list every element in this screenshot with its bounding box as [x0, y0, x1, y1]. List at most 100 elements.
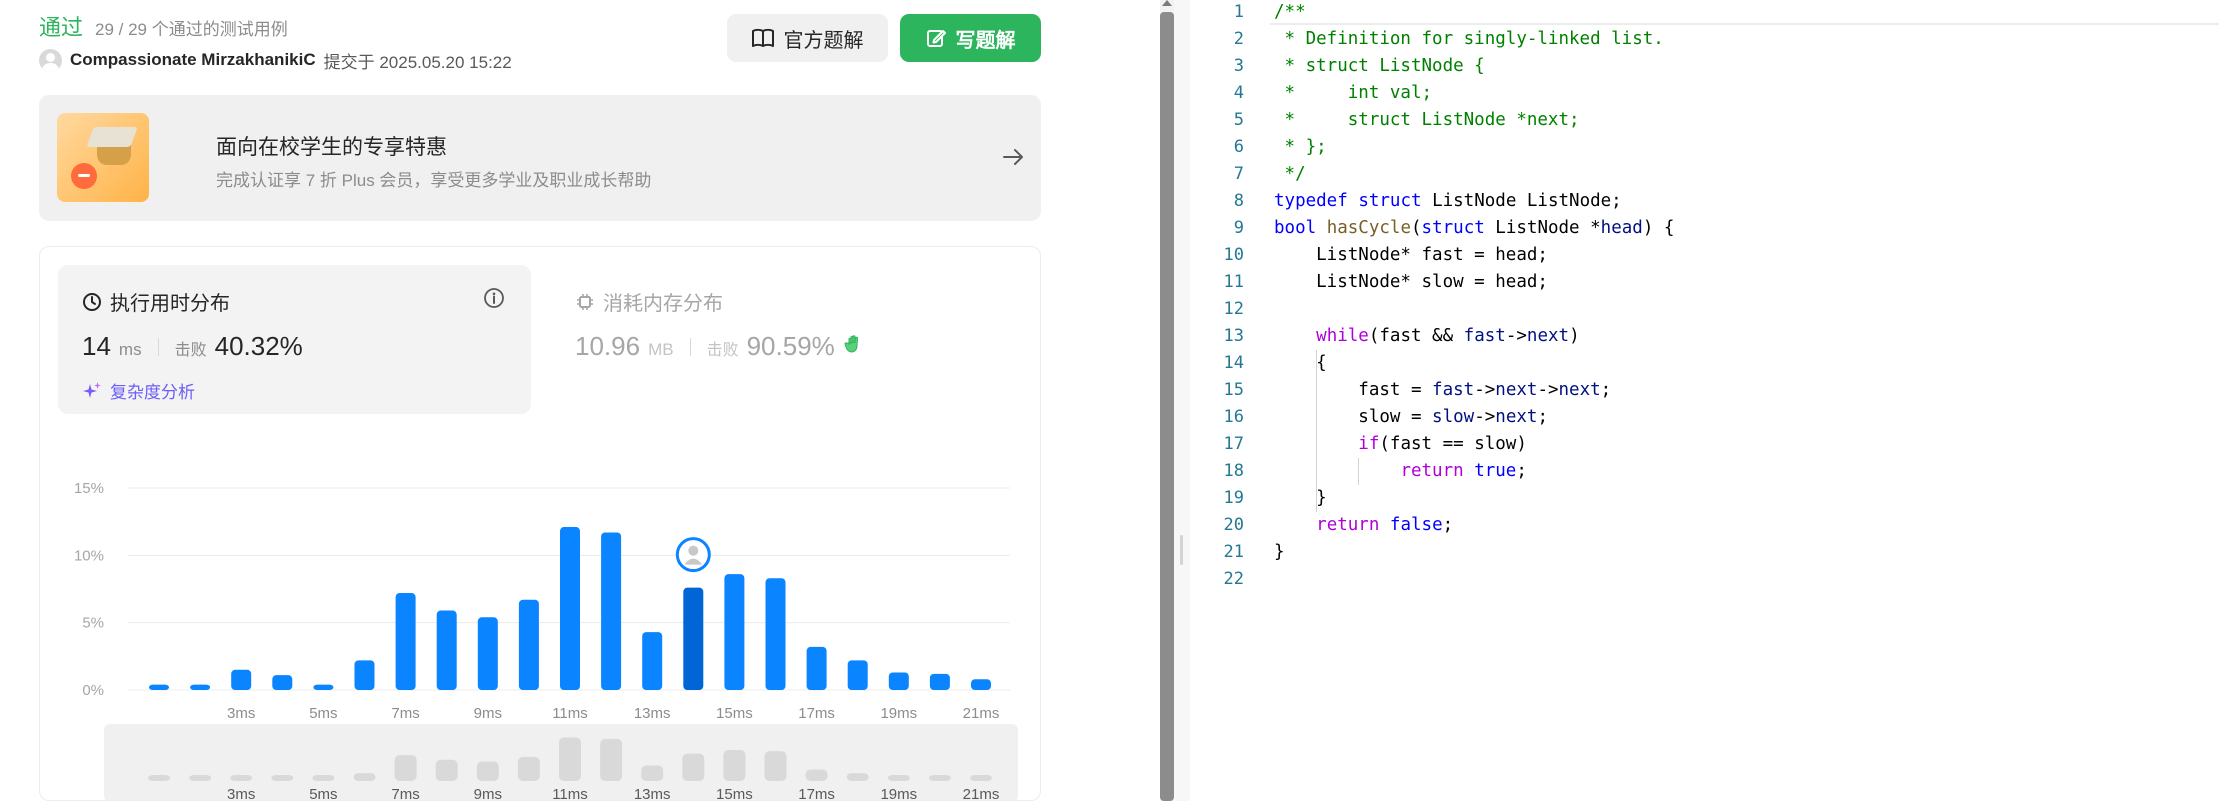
left-panel-scrollbar[interactable]: [1160, 0, 1174, 801]
splitter-grip-icon[interactable]: [1180, 535, 1183, 565]
official-solution-button[interactable]: 官方题解: [727, 14, 888, 62]
code-line[interactable]: 9 bool hasCycle(struct ListNode *head) {: [1190, 215, 2219, 242]
chart-bar[interactable]: [395, 593, 416, 690]
code-line[interactable]: 17 if(fast == slow): [1190, 431, 2219, 458]
author-name[interactable]: Compassionate MirzakhanikiC: [70, 50, 316, 70]
avatar-head-icon: [688, 545, 699, 556]
code-line[interactable]: 7 */: [1190, 161, 2219, 188]
overview-tick-label: 17ms: [798, 786, 835, 801]
code-line[interactable]: 22: [1190, 566, 2219, 593]
code-line[interactable]: 13 while(fast && fast->next): [1190, 323, 2219, 350]
code-line[interactable]: 5 * struct ListNode *next;: [1190, 107, 2219, 134]
overview-bar: [517, 756, 540, 781]
code-line[interactable]: 12: [1190, 296, 2219, 323]
code-line[interactable]: 21}: [1190, 539, 2219, 566]
code-line[interactable]: 11 ListNode* slow = head;: [1190, 269, 2219, 296]
code-token: * };: [1274, 137, 1327, 157]
official-solution-label: 官方题解: [783, 29, 864, 52]
code-token: while: [1316, 326, 1369, 346]
chart-bar[interactable]: [354, 660, 375, 690]
avatar[interactable]: [39, 48, 62, 72]
code-token: {: [1274, 353, 1327, 373]
code-line[interactable]: 20 return false;: [1190, 512, 2219, 539]
code-line[interactable]: 19 }: [1190, 485, 2219, 512]
line-code: {: [1274, 350, 1327, 377]
overview-bar: [230, 775, 253, 781]
code-token: (fast &&: [1368, 326, 1464, 346]
sparkle-icon: [83, 381, 101, 398]
overview-bar: [928, 775, 951, 781]
code-line[interactable]: 14 {: [1190, 350, 2219, 377]
line-code: slow = slow->next;: [1274, 404, 1548, 431]
overview-bar: [394, 755, 417, 781]
overview-bar: [600, 738, 623, 781]
tests-passed: 29 / 29 个通过的测试用例: [95, 20, 288, 39]
overview-bar: [559, 737, 581, 781]
x-tick-label: 9ms: [474, 705, 502, 722]
chart-bar[interactable]: [601, 532, 622, 690]
chart-bar[interactable]: [560, 527, 580, 690]
chart-bar[interactable]: [683, 587, 704, 690]
code-line[interactable]: 8 typedef struct ListNode ListNode;: [1190, 188, 2219, 215]
chart-bar[interactable]: [971, 679, 991, 690]
code-line[interactable]: 16 slow = slow->next;: [1190, 404, 2219, 431]
chart-bar[interactable]: [847, 660, 868, 690]
chart-bar[interactable]: [642, 632, 663, 690]
code-line[interactable]: 15 fast = fast->next->next;: [1190, 377, 2219, 404]
chart-bar[interactable]: [724, 574, 745, 690]
code-line[interactable]: 10 ListNode* fast = head;: [1190, 242, 2219, 269]
runtime-distribution-chart[interactable]: 0% 5% 10% 15% 3ms 5ms 7ms 9ms 11ms 13ms 15ms 17ms 19…: [40, 422, 1041, 801]
line-number: 15: [1223, 380, 1244, 400]
code-line[interactable]: 4 * int val;: [1190, 80, 2219, 107]
chart-bar[interactable]: [477, 617, 498, 690]
panel-splitter[interactable]: [1174, 0, 1190, 801]
promo-title: 面向在校学生的专享特惠: [216, 136, 447, 159]
memory-beats-label: 击败: [706, 342, 739, 359]
chart-bar[interactable]: [888, 672, 909, 690]
code-line[interactable]: 6 * };: [1190, 134, 2219, 161]
arrow-right-icon[interactable]: [999, 143, 1027, 171]
scroll-thumb[interactable]: [1160, 12, 1174, 801]
runtime-tab[interactable]: 执行用时分布 14 ms 击败 40.32% 复杂度分析: [58, 265, 531, 414]
code-token: ->: [1474, 380, 1496, 400]
chart-bar[interactable]: [518, 599, 539, 690]
chart-bar[interactable]: [272, 675, 293, 690]
scroll-up-arrow-icon[interactable]: [1162, 0, 1172, 6]
code-editor[interactable]: 1 /** 2 * Definition for singly-linked lis…: [1190, 0, 2219, 801]
info-icon[interactable]: [483, 287, 505, 309]
code-line[interactable]: 1 /**: [1190, 0, 2219, 26]
overview-bar: [805, 769, 828, 781]
submitted-at: 提交于 2025.05.20 15:22: [323, 52, 512, 72]
metric-divider: [689, 337, 691, 356]
x-tick-label: 3ms: [227, 705, 255, 722]
chart-bar[interactable]: [436, 610, 457, 690]
memory-tab[interactable]: 消耗内存分布 10.96 MB 击败 90.59%: [557, 265, 1027, 414]
code-line[interactable]: 3 * struct ListNode {: [1190, 53, 2219, 80]
chart-bar[interactable]: [190, 684, 211, 690]
chart-bar[interactable]: [806, 646, 827, 690]
chart-bar[interactable]: [313, 684, 334, 690]
overview-bar: [476, 761, 499, 781]
line-number: 4: [1233, 83, 1244, 103]
overview-bar: [435, 759, 458, 781]
code-token: fast: [1432, 380, 1475, 400]
chart-bar[interactable]: [929, 673, 950, 690]
x-tick-label: 15ms: [716, 705, 753, 722]
chart-bar[interactable]: [231, 669, 252, 690]
write-solution-button[interactable]: 写题解: [900, 14, 1041, 62]
runtime-beats-label: 击败: [174, 342, 207, 359]
student-promo-banner[interactable]: 面向在校学生的专享特惠 完成认证享 7 折 Plus 会员，享受更多学业及职业成…: [39, 95, 1041, 221]
chart-bar[interactable]: [765, 578, 786, 690]
app-root: 通过 29 / 29 个通过的测试用例 Compassionate Mirzak…: [0, 0, 2219, 801]
code-token: typedef: [1274, 191, 1348, 211]
chart-bar[interactable]: [149, 684, 169, 690]
code-token: slow =: [1274, 407, 1433, 427]
complexity-analysis-link[interactable]: 复杂度分析: [82, 378, 195, 403]
code-line[interactable]: 18 return true;: [1190, 458, 2219, 485]
code-token: next: [1526, 326, 1570, 346]
line-number: 13: [1223, 326, 1244, 346]
y-tick-label: 5%: [82, 615, 104, 632]
code-line[interactable]: 2 * Definition for singly-linked list.: [1190, 26, 2219, 53]
submission-panel: 通过 29 / 29 个通过的测试用例 Compassionate Mirzak…: [0, 0, 1160, 801]
